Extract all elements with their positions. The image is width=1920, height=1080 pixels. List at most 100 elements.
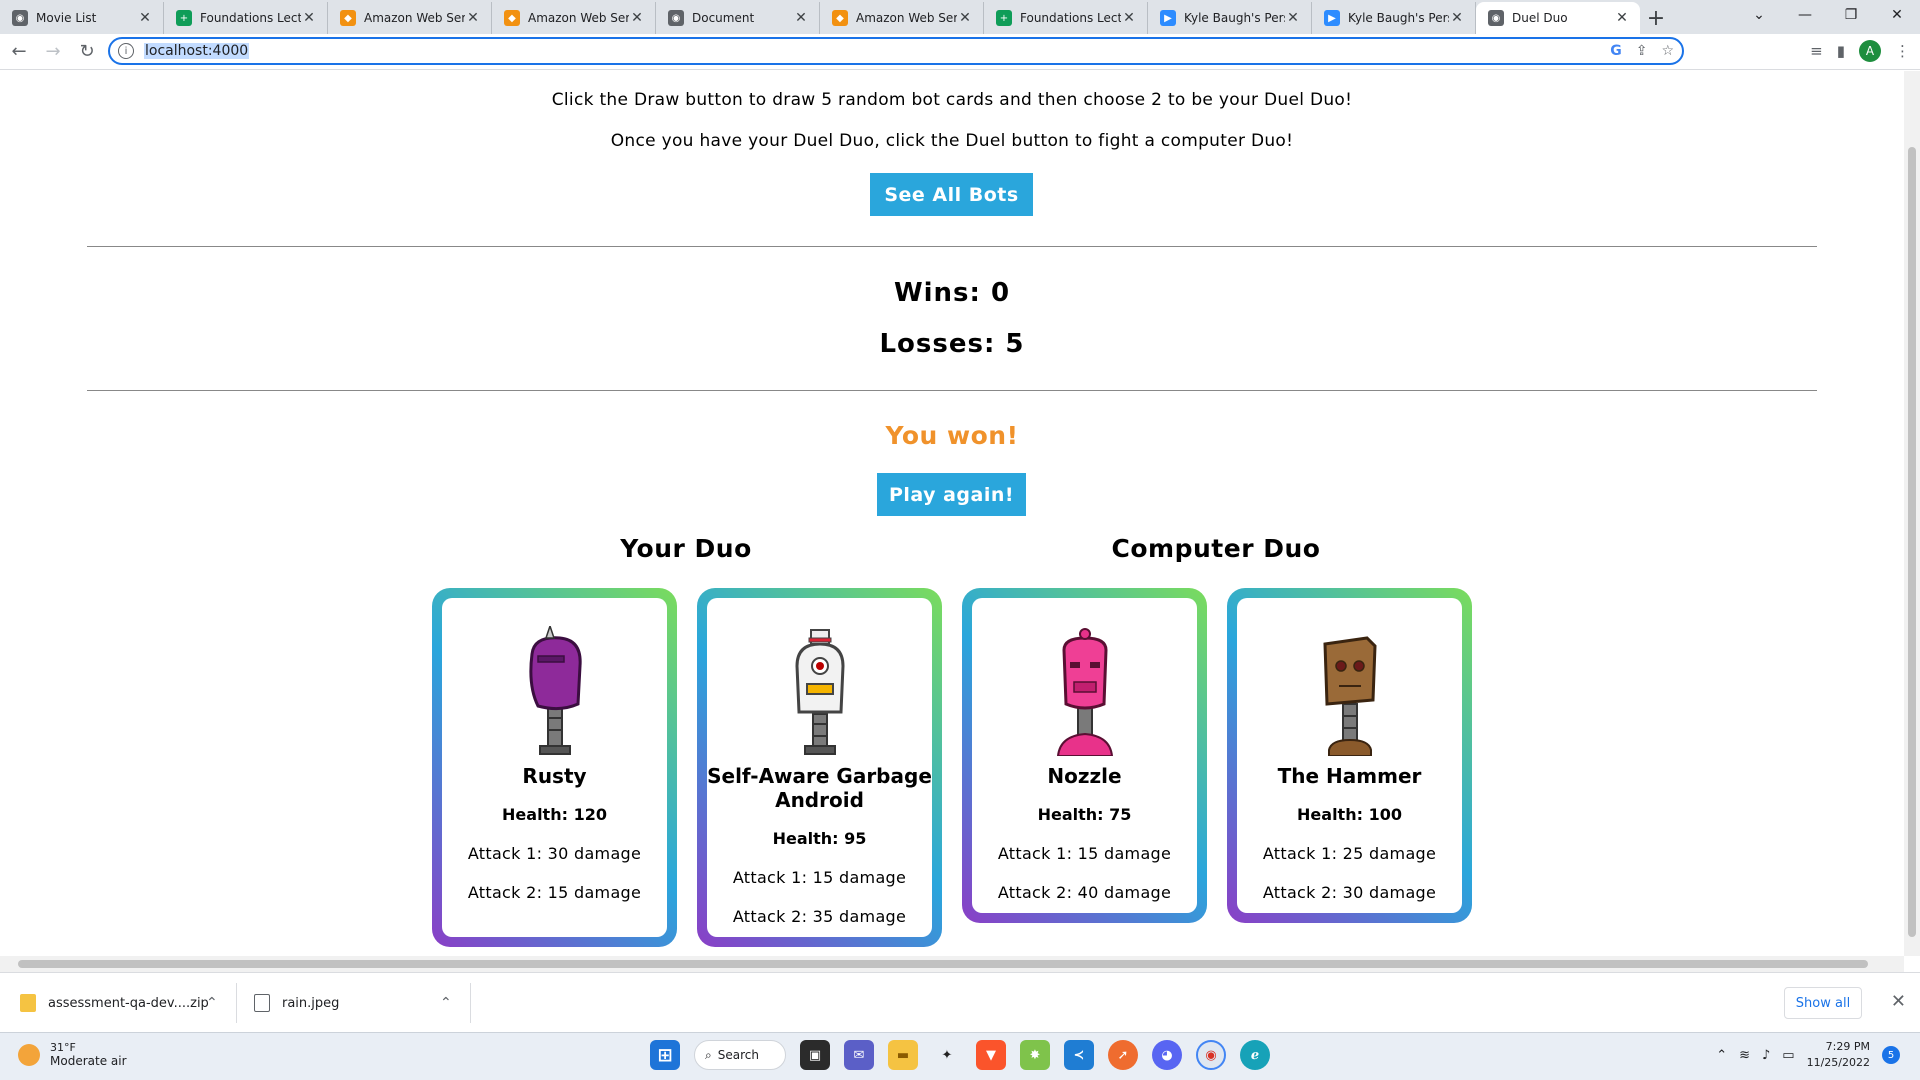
search-icon: ⌕ [705, 1047, 712, 1062]
vertical-scrollbar[interactable] [1904, 71, 1920, 956]
close-tab-icon[interactable]: ✕ [793, 10, 809, 26]
discord-icon[interactable]: ◕ [1152, 1040, 1182, 1070]
rusty-robot-image [528, 626, 582, 755]
vscode-icon[interactable]: ≺ [1064, 1040, 1094, 1070]
url-text[interactable]: localhost:4000 [144, 43, 250, 59]
zoom-icon: ▶ [1160, 10, 1176, 26]
tab-title: Duel Duo [1512, 11, 1568, 25]
tab-aws-1[interactable]: ◆ Amazon Web Serv ✕ [328, 2, 492, 34]
close-tab-icon[interactable]: ✕ [1285, 10, 1301, 26]
new-tab-button[interactable]: + [1640, 2, 1672, 34]
dropbox-icon[interactable]: ✦ [932, 1040, 962, 1070]
chrome-icon[interactable]: ◉ [1196, 1040, 1226, 1070]
share-icon[interactable]: ⇪ [1636, 43, 1648, 59]
tab-kyle-1[interactable]: ▶ Kyle Baugh's Perso✕ [1148, 2, 1312, 34]
postman-icon[interactable]: ➚ [1108, 1040, 1138, 1070]
downloads-bar: assessment-qa-dev....zip ⌃ rain.jpeg ⌃ S… [0, 972, 1920, 1032]
tab-kyle-2[interactable]: ▶ Kyle Baugh's Perso✕ [1312, 2, 1476, 34]
edge-icon[interactable]: ℯ [1240, 1040, 1270, 1070]
play-again-button[interactable]: Play again! [877, 473, 1026, 516]
reading-list-icon[interactable]: ≡ [1810, 42, 1823, 60]
bot-health: Health: 100 [1297, 805, 1402, 824]
close-tab-icon[interactable]: ✕ [465, 10, 481, 26]
file-explorer-icon[interactable]: ▬ [888, 1040, 918, 1070]
tab-title: Movie List [36, 11, 97, 25]
taskbar-search[interactable]: ⌕ Search [694, 1040, 786, 1070]
divider [87, 390, 1817, 391]
tab-title: Kyle Baugh's Perso [1348, 11, 1449, 25]
weather-icon [18, 1043, 40, 1066]
task-view-icon[interactable]: ▣ [800, 1040, 830, 1070]
close-tab-icon[interactable]: ✕ [629, 10, 645, 26]
show-all-button[interactable]: Show all [1784, 987, 1862, 1019]
close-tab-icon[interactable]: ✕ [1614, 10, 1630, 26]
notification-badge[interactable]: 5 [1882, 1046, 1900, 1064]
bot-attack-2: Attack 2: 30 damage [1262, 883, 1437, 902]
bot-card-nozzle[interactable]: Nozzle Health: 75 Attack 1: 15 damage At… [962, 588, 1207, 923]
chevron-up-icon[interactable]: ⌃ [206, 995, 218, 1011]
google-lens-icon[interactable]: G [1610, 43, 1622, 59]
close-window-icon[interactable]: ✕ [1874, 0, 1920, 30]
chevron-up-icon[interactable]: ⌃ [1716, 1048, 1727, 1063]
tab-foundations-1[interactable]: + Foundations Lectu ✕ [164, 2, 328, 34]
bot-card-the-hammer[interactable]: The Hammer Health: 100 Attack 1: 25 dama… [1227, 588, 1472, 923]
back-icon[interactable]: ← [4, 37, 34, 67]
teams-chat-icon[interactable]: ✉ [844, 1040, 874, 1070]
system-tray: ⌃ ≋ ♪ ▭ 7:29 PM 11/25/2022 5 [1716, 1039, 1900, 1071]
site-info-icon[interactable]: i [118, 43, 134, 59]
address-bar[interactable]: i localhost:4000 G ⇪ ☆ [108, 37, 1684, 65]
wifi-icon[interactable]: ≋ [1739, 1048, 1750, 1063]
tab-document[interactable]: ◉ Document ✕ [656, 2, 820, 34]
close-icon[interactable]: ✕ [1891, 991, 1906, 1012]
scroll-thumb[interactable] [18, 960, 1868, 968]
battery-icon[interactable]: ▭ [1782, 1048, 1794, 1063]
zoom-icon: ▶ [1324, 10, 1340, 26]
bot-card-garbage-android[interactable]: Self-Aware Garbage Android Health: 95 At… [697, 588, 942, 947]
see-all-bots-button[interactable]: See All Bots [870, 173, 1033, 216]
the-hammer-robot-image [1322, 636, 1377, 756]
temperature: 31°F [50, 1041, 76, 1054]
download-filename: rain.jpeg [282, 995, 340, 1011]
brave-icon[interactable]: ▼ [976, 1040, 1006, 1070]
chevron-up-icon[interactable]: ⌃ [440, 995, 452, 1011]
windows-start-icon[interactable]: ⊞ [650, 1040, 680, 1070]
garbage-android-robot-image [794, 629, 845, 755]
tab-aws-2[interactable]: ◆ Amazon Web Serv ✕ [492, 2, 656, 34]
horizontal-scrollbar[interactable] [0, 956, 1904, 972]
sheets-icon: + [176, 10, 192, 26]
duel-result: You won! [885, 421, 1019, 450]
scroll-thumb[interactable] [1908, 147, 1916, 937]
forward-icon[interactable]: → [38, 37, 68, 67]
close-tab-icon[interactable]: ✕ [301, 10, 317, 26]
close-tab-icon[interactable]: ✕ [137, 10, 153, 26]
download-item-jpeg[interactable]: rain.jpeg ⌃ [254, 983, 454, 1023]
tab-movie-list[interactable]: ◉ Movie List ✕ [0, 2, 164, 34]
divider [87, 246, 1817, 247]
menu-kebab-icon[interactable]: ⋮ [1895, 42, 1910, 60]
tab-search-icon[interactable]: ⌄ [1736, 0, 1782, 30]
aws-icon: ◆ [340, 10, 356, 26]
bookmark-star-icon[interactable]: ☆ [1661, 43, 1674, 59]
bot-card-rusty[interactable]: Rusty Health: 120 Attack 1: 30 damage At… [432, 588, 677, 947]
close-tab-icon[interactable]: ✕ [1449, 10, 1465, 26]
reload-icon[interactable]: ↻ [72, 37, 102, 67]
clock[interactable]: 7:29 PM 11/25/2022 [1807, 1039, 1870, 1071]
clock-date: 11/25/2022 [1806, 1056, 1870, 1069]
profile-avatar[interactable]: A [1859, 40, 1881, 62]
tab-aws-3[interactable]: ◆ Amazon Web Serv ✕ [820, 2, 984, 34]
download-item-zip[interactable]: assessment-qa-dev....zip ⌃ [20, 983, 220, 1023]
weather-widget[interactable]: 31°F Moderate air [18, 1041, 127, 1068]
bot-attack-2: Attack 2: 15 damage [467, 883, 642, 902]
tab-foundations-2[interactable]: + Foundations Lectu ✕ [984, 2, 1148, 34]
pinwheel-app-icon[interactable]: ✸ [1020, 1040, 1050, 1070]
bot-attack-1: Attack 1: 15 damage [732, 868, 907, 887]
tab-title: Document [692, 11, 755, 25]
minimize-icon[interactable]: — [1782, 0, 1828, 30]
restore-icon[interactable]: ❐ [1828, 0, 1874, 30]
side-panel-icon[interactable]: ▮ [1837, 42, 1845, 60]
close-tab-icon[interactable]: ✕ [957, 10, 973, 26]
tab-duel-duo[interactable]: ◉ Duel Duo ✕ [1476, 2, 1640, 34]
bot-name: Rusty [522, 764, 587, 788]
volume-icon[interactable]: ♪ [1762, 1048, 1770, 1063]
close-tab-icon[interactable]: ✕ [1121, 10, 1137, 26]
